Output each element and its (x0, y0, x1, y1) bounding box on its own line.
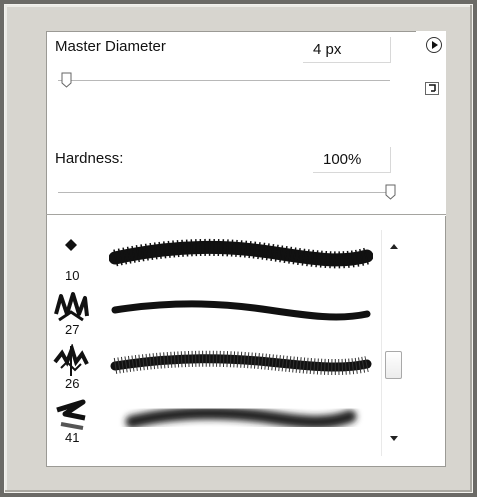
diamond-icon (65, 239, 77, 251)
hardness-label: Hardness: (55, 150, 124, 167)
brush-size-label: 10 (65, 268, 80, 283)
section-divider (46, 214, 446, 215)
master-diameter-track[interactable] (58, 80, 390, 81)
spiky-stroke (109, 238, 373, 269)
brush-item-10[interactable]: 10 (49, 234, 380, 290)
brush-list[interactable]: 10 27 26 41 (49, 230, 380, 456)
hardness-input[interactable]: 100% (313, 147, 391, 173)
hardness-slider-thumb[interactable] (385, 184, 396, 200)
master-diameter-input[interactable]: 4 px (303, 37, 391, 63)
hatched-stroke (110, 350, 372, 376)
brush-size-label: 27 (65, 322, 80, 337)
swoosh-icon (56, 399, 86, 430)
spiky-cluster-icon (53, 344, 89, 376)
panel-menu-button[interactable] (426, 37, 442, 53)
brush-item-41[interactable]: 41 (49, 396, 380, 452)
brush-item-27[interactable]: 27 (49, 288, 380, 344)
scroll-down-icon[interactable] (390, 436, 398, 441)
master-diameter-label: Master Diameter (55, 38, 166, 55)
hardness-track[interactable] (58, 192, 391, 193)
scroll-up-icon[interactable] (390, 244, 398, 249)
brush-item-26[interactable]: 26 (49, 342, 380, 398)
thin-stroke (111, 300, 371, 321)
scroll-thumb[interactable] (385, 351, 402, 379)
panel-side-strip (416, 31, 446, 216)
soft-blur-stroke (125, 406, 357, 429)
brush-size-label: 41 (65, 430, 80, 445)
brush-size-label: 26 (65, 376, 80, 391)
master-diameter-slider-thumb[interactable] (61, 72, 72, 88)
zigzag-icon (54, 292, 89, 322)
brush-list-scrollbar[interactable] (381, 230, 406, 456)
save-preset-icon[interactable] (425, 82, 439, 95)
